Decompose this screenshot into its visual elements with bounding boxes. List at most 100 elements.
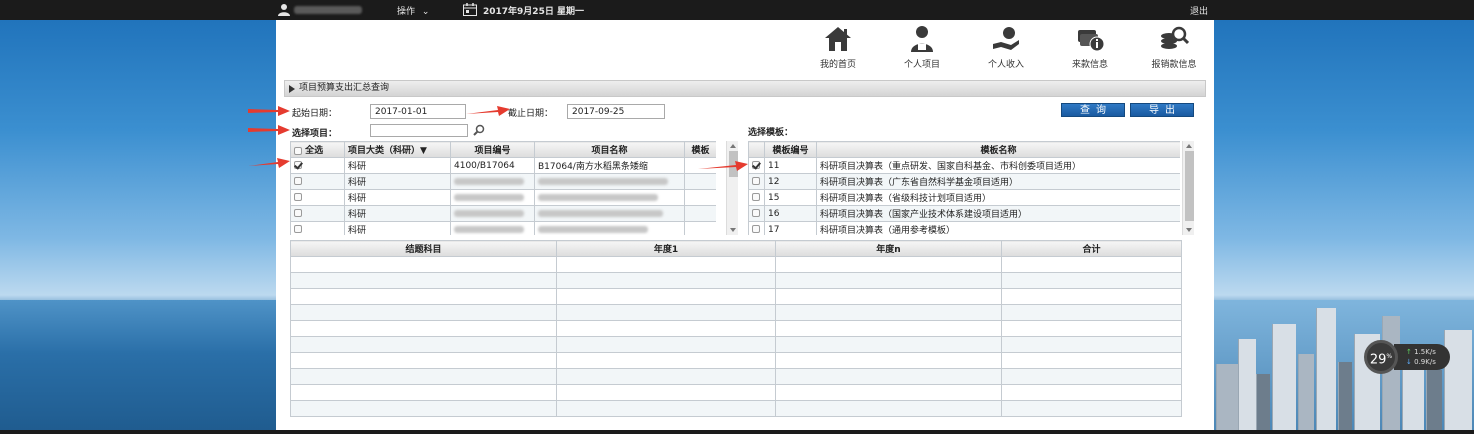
row-checkbox[interactable] bbox=[752, 225, 760, 233]
export-button[interactable]: 导出 bbox=[1130, 103, 1194, 117]
table-row[interactable]: 15 科研项目决算表（省级科技计划项目适用） bbox=[748, 189, 1180, 206]
start-date-input[interactable] bbox=[370, 104, 466, 119]
background-sea bbox=[0, 300, 276, 434]
logout-link[interactable]: 退出 bbox=[1190, 4, 1208, 17]
calendar-icon bbox=[463, 3, 477, 16]
category-header[interactable]: 项目大类（科研）▼ bbox=[344, 141, 451, 158]
redacted-text bbox=[538, 193, 658, 201]
results-table: 结题科目 年度1 年度n 合计 bbox=[290, 240, 1182, 417]
section-header: 项目预算支出汇总查询 bbox=[284, 80, 1206, 97]
table-row[interactable]: 16 科研项目决算表（国家产业技术体系建设项目适用） bbox=[748, 205, 1180, 222]
download-speed: 0.9K/s bbox=[1414, 358, 1436, 366]
income-icon bbox=[993, 27, 1019, 50]
table-row[interactable]: 科研 bbox=[290, 205, 716, 222]
total-header: 合计 bbox=[1001, 240, 1182, 257]
table-row[interactable]: 11 科研项目决算表（重点研发、国家自科基金、市科创委项目适用） bbox=[748, 157, 1180, 174]
cpu-usage-ring: 29% bbox=[1364, 340, 1398, 374]
templates-scrollbar[interactable] bbox=[1182, 141, 1194, 235]
table-row bbox=[290, 256, 1182, 273]
nav-reimburse-info[interactable]: 报销款信息 bbox=[1142, 24, 1206, 74]
nav-home[interactable]: 我的首页 bbox=[806, 24, 870, 74]
scroll-down-icon[interactable] bbox=[1186, 228, 1192, 232]
row-checkbox[interactable] bbox=[294, 161, 302, 169]
section-title: 项目预算支出汇总查询 bbox=[299, 83, 390, 93]
main-panel: 我的首页 个人项目 个人收入 来款信息 报销款信息 项目预算支出汇总查询 起始日… bbox=[248, 20, 1214, 434]
redacted-text bbox=[538, 209, 663, 217]
table-row bbox=[290, 384, 1182, 401]
row-checkbox[interactable] bbox=[752, 177, 760, 185]
select-all-checkbox[interactable] bbox=[294, 146, 302, 155]
operate-menu[interactable]: 操作 ⌄ bbox=[397, 4, 429, 17]
table-row bbox=[290, 288, 1182, 305]
operate-menu-label: 操作 bbox=[397, 7, 416, 17]
row-checkbox[interactable] bbox=[294, 225, 302, 233]
table-row[interactable]: 科研 bbox=[290, 173, 716, 190]
reimburse-search-icon bbox=[1161, 26, 1189, 49]
scroll-down-icon[interactable] bbox=[730, 228, 736, 232]
nav-money-info[interactable]: 来款信息 bbox=[1058, 24, 1122, 74]
money-info-icon bbox=[1078, 30, 1105, 52]
red-arrow-annotation bbox=[698, 161, 748, 171]
start-date-label: 起始日期： bbox=[292, 109, 338, 119]
scroll-thumb[interactable] bbox=[1185, 151, 1194, 221]
table-row bbox=[290, 320, 1182, 337]
row-checkbox[interactable] bbox=[294, 209, 302, 217]
search-icon[interactable] bbox=[473, 124, 485, 136]
end-date-input[interactable] bbox=[567, 104, 665, 119]
projects-scrollbar[interactable] bbox=[726, 141, 738, 235]
row-checkbox[interactable] bbox=[294, 177, 302, 185]
table-row[interactable]: 12 科研项目决算表（广东省自然科学基金项目适用） bbox=[748, 173, 1180, 190]
row-checkbox[interactable] bbox=[752, 193, 760, 201]
templates-table-wrapper: 模板编号 模板名称 11 科研项目决算表（重点研发、国家自科基金、市科创委项目适… bbox=[748, 141, 1180, 235]
scroll-up-icon[interactable] bbox=[1186, 144, 1192, 148]
select-template-label: 选择模板： bbox=[748, 128, 794, 138]
row-checkbox[interactable] bbox=[294, 193, 302, 201]
redacted-text bbox=[538, 225, 648, 233]
user-icon bbox=[278, 4, 290, 16]
network-speed-widget[interactable]: ↑ 1.5K/s ↓ 0.9K/s 29% bbox=[1364, 340, 1474, 374]
red-arrow-annotation bbox=[466, 106, 510, 116]
redacted-text bbox=[454, 225, 524, 233]
template-code-header: 模板编号 bbox=[764, 141, 817, 158]
red-arrow-annotation bbox=[248, 106, 290, 116]
red-arrow-annotation bbox=[248, 125, 290, 135]
user-name-redacted[interactable] bbox=[294, 6, 362, 14]
year1-header: 年度1 bbox=[556, 240, 776, 257]
table-row bbox=[290, 304, 1182, 321]
person-project-icon bbox=[911, 26, 933, 52]
cpu-percent: 29 bbox=[1369, 352, 1387, 368]
top-bar: 操作 ⌄ 2017年9月25日 星期一 退出 bbox=[0, 0, 1474, 20]
table-row bbox=[290, 272, 1182, 289]
table-row bbox=[290, 368, 1182, 385]
table-row bbox=[290, 400, 1182, 417]
nav-personal-income-label: 个人收入 bbox=[987, 60, 1024, 70]
row-checkbox[interactable] bbox=[752, 209, 760, 217]
top-nav: 我的首页 个人项目 个人收入 来款信息 报销款信息 bbox=[786, 24, 1206, 74]
table-row bbox=[290, 336, 1182, 353]
nav-personal-project[interactable]: 个人项目 bbox=[890, 24, 954, 74]
nav-personal-income[interactable]: 个人收入 bbox=[974, 24, 1038, 74]
table-row[interactable]: 科研 4100/B17064 B17064/南方水稻黑条矮缩 bbox=[290, 157, 716, 174]
chevron-down-icon: ⌄ bbox=[421, 7, 430, 17]
expand-triangle-icon bbox=[289, 85, 295, 93]
table-row[interactable]: 科研 bbox=[290, 189, 716, 206]
current-date: 2017年9月25日 星期一 bbox=[483, 7, 584, 17]
template-header: 模板 bbox=[684, 141, 716, 158]
table-row[interactable]: 17 科研项目决算表（通用参考模板） bbox=[748, 221, 1180, 235]
select-all-header[interactable]: 全选 bbox=[290, 141, 345, 158]
projects-table-wrapper: 全选 项目大类（科研）▼ 项目编号 项目名称 模板 科研 4100/B17064… bbox=[290, 141, 716, 235]
yearn-header: 年度n bbox=[775, 240, 1002, 257]
project-search-input[interactable] bbox=[370, 124, 468, 137]
red-arrow-annotation bbox=[248, 158, 290, 168]
query-button[interactable]: 查询 bbox=[1061, 103, 1125, 117]
name-header: 项目名称 bbox=[534, 141, 685, 158]
scroll-up-icon[interactable] bbox=[730, 144, 736, 148]
nav-home-label: 我的首页 bbox=[819, 60, 856, 70]
row-checkbox[interactable] bbox=[752, 161, 760, 169]
redacted-text bbox=[454, 209, 524, 217]
nav-personal-project-label: 个人项目 bbox=[903, 60, 940, 70]
table-row[interactable]: 科研 bbox=[290, 221, 716, 235]
redacted-text bbox=[538, 177, 668, 185]
nav-money-info-label: 来款信息 bbox=[1071, 60, 1108, 70]
subject-header: 结题科目 bbox=[290, 240, 557, 257]
